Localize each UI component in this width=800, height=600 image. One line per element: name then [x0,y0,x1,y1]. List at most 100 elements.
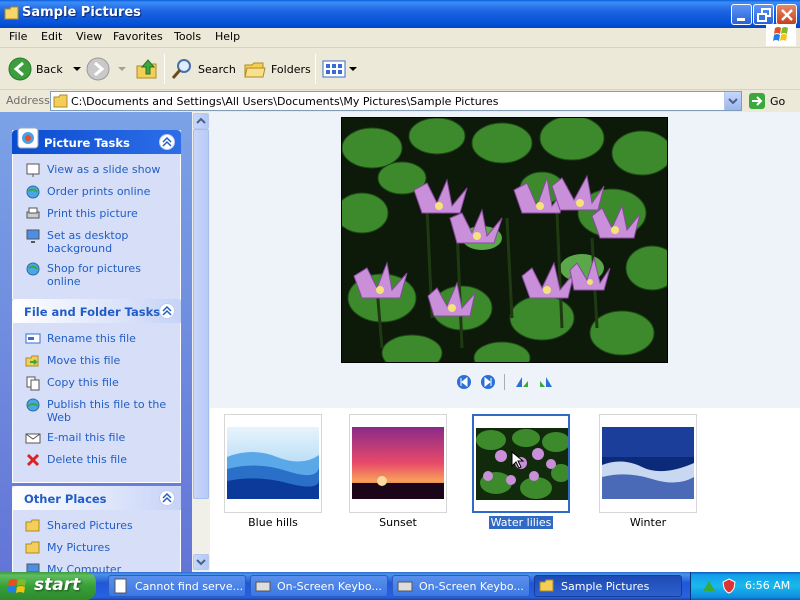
globe-icon [26,262,40,276]
address-bar: Address C:\Documents and Settings\All Us… [0,90,800,112]
security-shield-icon[interactable] [721,578,737,594]
publish-icon [26,398,40,412]
other-places-panel: Other Places Shared Pictures My Pictures… [12,486,181,572]
rotate-counterclockwise-icon[interactable] [538,374,554,390]
minimize-button[interactable] [731,4,752,25]
next-image-icon[interactable] [480,374,496,390]
menu-file[interactable]: File [9,30,27,43]
thumbnail-label: Winter [629,516,667,529]
menu-help[interactable]: Help [215,30,240,43]
address-dropdown-button[interactable] [724,92,741,110]
task-rename[interactable]: Rename this file [25,331,174,347]
taskbar-item-error[interactable]: Cannot find serve... [108,575,246,597]
restore-icon [757,8,771,22]
separator [504,374,505,390]
other-places-header[interactable]: Other Places [12,486,181,510]
folder-icon [53,94,68,108]
address-field[interactable]: C:\Documents and Settings\All Users\Docu… [50,91,742,111]
views-button[interactable] [322,54,358,84]
address-label: Address [6,94,50,107]
menu-edit[interactable]: Edit [41,30,62,43]
globe-icon [26,185,40,199]
collapse-button[interactable] [159,134,175,150]
keyboard-icon [397,581,413,592]
thumbnail-label: Blue hills [248,516,298,529]
thumbnail-winter[interactable]: Winter [599,414,697,534]
go-button[interactable]: Go [748,91,785,111]
task-email[interactable]: E-mail this file [25,430,174,446]
task-pane: Picture Tasks View as a slide show Order… [0,112,192,572]
back-button[interactable]: Back [8,54,83,84]
rotate-clockwise-icon[interactable] [514,374,530,390]
file-tasks-header[interactable]: File and Folder Tasks [12,299,181,323]
collapse-button[interactable] [159,303,175,319]
menu-view[interactable]: View [76,30,102,43]
taskbar-item-osk-2[interactable]: On-Screen Keybo... [392,575,530,597]
forward-button[interactable] [86,54,128,84]
taskbar-item-osk-1[interactable]: On-Screen Keybo... [250,575,388,597]
title-bar[interactable]: Sample Pictures [0,0,800,28]
collapse-button[interactable] [159,490,175,506]
folders-button[interactable]: Folders [243,54,311,84]
task-shop-online[interactable]: Shop for pictures online [25,261,174,288]
taskbar-item-sample-pictures[interactable]: Sample Pictures [534,575,682,597]
thumbnail-blue-hills[interactable]: Blue hills [224,414,322,534]
picture-preview[interactable] [341,117,668,363]
place-shared-pictures[interactable]: Shared Pictures [25,518,174,534]
task-delete[interactable]: Delete this file [25,452,174,468]
preview-area [210,112,800,408]
up-folder-button[interactable] [134,54,160,84]
search-button[interactable]: Search [170,54,236,84]
chevron-up-icon [162,136,172,147]
chevron-up-icon [196,117,206,124]
chevron-down-icon [196,559,206,566]
menu-bar: File Edit View Favorites Tools Help [0,28,800,48]
start-button[interactable]: start [0,572,96,600]
scroll-up-button[interactable] [193,113,209,129]
folder-icon [25,519,40,532]
computer-icon [26,563,40,572]
task-print[interactable]: Print this picture [25,206,174,222]
move-icon [25,355,39,367]
system-tray: 6:56 AM [690,572,800,600]
scroll-down-button[interactable] [193,554,209,570]
menu-favorites[interactable]: Favorites [113,30,163,43]
scroll-thumb[interactable] [193,129,209,499]
thumbnail-water-lilies[interactable]: Water lilies [472,414,570,534]
picture-tasks-icon [17,127,39,149]
views-grid-icon [322,60,346,78]
chevron-down-icon [118,67,126,71]
network-icon[interactable] [701,578,717,594]
task-pane-scrollbar[interactable] [192,112,210,572]
restore-button[interactable] [753,4,774,25]
task-slideshow[interactable]: View as a slide show [25,162,174,178]
chevron-down-icon[interactable] [71,64,83,74]
mouse-cursor-icon [511,451,525,469]
chevron-down-icon [728,98,738,105]
place-my-pictures[interactable]: My Pictures [25,540,174,556]
search-icon [171,59,191,79]
thumbnail-sunset[interactable]: Sunset [349,414,447,534]
forward-arrow-icon [86,57,110,81]
windows-logo-icon [766,24,796,46]
task-set-desktop[interactable]: Set as desktop background [25,228,174,255]
water-lilies-image [342,118,667,362]
minimize-icon [737,18,745,21]
copy-icon [26,376,40,391]
chevron-up-icon [162,305,172,316]
previous-image-icon[interactable] [456,374,472,390]
document-icon [114,578,127,594]
email-icon [25,433,41,444]
back-arrow-icon [8,57,32,81]
task-move[interactable]: Move this file [25,353,174,369]
clock: 6:56 AM [745,579,791,592]
close-button[interactable] [776,4,797,25]
task-publish[interactable]: Publish this file to the Web [25,397,174,424]
folder-icon [4,6,19,20]
task-copy[interactable]: Copy this file [25,375,174,391]
menu-tools[interactable]: Tools [174,30,201,43]
task-order-prints[interactable]: Order prints online [25,184,174,200]
picture-tasks-header[interactable]: Picture Tasks [12,127,181,154]
windows-logo-icon [7,579,26,593]
place-my-computer[interactable]: My Computer [25,562,174,572]
